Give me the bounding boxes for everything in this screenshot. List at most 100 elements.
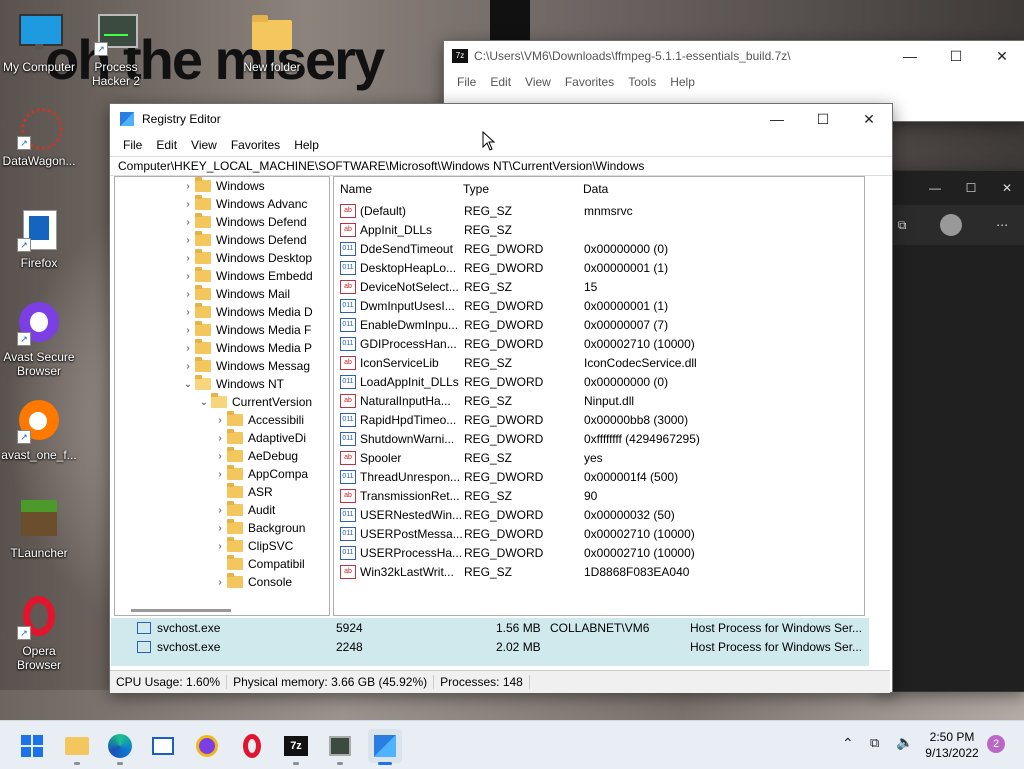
desktop-icon-datawagon[interactable]: ↗ DataWagon... [1, 106, 77, 168]
chevron-up-icon[interactable]: ⌃ [842, 735, 854, 752]
chevron-right-icon[interactable]: › [213, 469, 227, 480]
value-row[interactable]: 011 DdeSendTimeout REG_DWORD 0x00000000 (0) [334, 239, 864, 258]
chevron-right-icon[interactable]: › [181, 361, 195, 372]
value-row[interactable]: 011 USERNestedWin... REG_DWORD 0x00000032 (… [334, 505, 864, 524]
tree-item[interactable]: Compatibil [115, 555, 329, 573]
tree-item[interactable]: › Backgroun [115, 519, 329, 537]
column-data[interactable]: Data [583, 182, 608, 196]
tree-item[interactable]: › ClipSVC [115, 537, 329, 555]
chevron-right-icon[interactable]: › [181, 307, 195, 318]
chevron-right-icon[interactable]: › [213, 451, 227, 462]
desktop-icon-avast-browser[interactable]: ↗ Avast Secure Browser [1, 302, 77, 378]
value-row[interactable]: 011 USERPostMessa... REG_DWORD 0x00002710 (… [334, 524, 864, 543]
tree-item[interactable]: ⌄ Windows NT [115, 375, 329, 393]
menu-help[interactable]: Help [287, 138, 326, 152]
tree-item[interactable]: › Windows Messag [115, 357, 329, 375]
process-row[interactable]: svchost.exe 2248 2.02 MB Host Process for W… [111, 637, 869, 656]
chevron-down-icon[interactable]: ⌄ [197, 397, 211, 408]
menu-edit[interactable]: Edit [483, 75, 518, 89]
address-bar[interactable]: Computer\HKEY_LOCAL_MACHINE\SOFTWARE\Mic… [110, 156, 892, 176]
value-row[interactable]: ab NaturalInputHa... REG_SZ Ninput.dll [334, 391, 864, 410]
tree-item[interactable]: › AeDebug [115, 447, 329, 465]
tree-item[interactable]: › Windows Embedd [115, 267, 329, 285]
chevron-right-icon[interactable]: › [181, 253, 195, 264]
taskbar-app-window[interactable] [146, 729, 180, 763]
chevron-right-icon[interactable]: › [181, 289, 195, 300]
tree-hscrollbar[interactable] [131, 609, 231, 612]
tree-item[interactable]: › Windows Advanc [115, 195, 329, 213]
chevron-right-icon[interactable]: › [213, 505, 227, 516]
tree-item[interactable]: › Windows Media F [115, 321, 329, 339]
chevron-right-icon[interactable]: › [213, 541, 227, 552]
chevron-right-icon[interactable]: › [213, 433, 227, 444]
desktop-icon-new-folder[interactable]: New folder [234, 12, 310, 74]
taskbar-registry-editor[interactable] [368, 729, 402, 765]
tree-item[interactable]: › Accessibili [115, 411, 329, 429]
chevron-right-icon[interactable]: › [213, 415, 227, 426]
value-row[interactable]: 011 GDIProcessHan... REG_DWORD 0x00002710 (… [334, 334, 864, 353]
taskbar-process-hacker[interactable] [323, 729, 357, 765]
desktop-icon-opera[interactable]: ↗ Opera Browser [1, 596, 77, 672]
notification-badge[interactable]: 2 [987, 735, 1005, 753]
desktop-icon-process-hacker[interactable]: ↗ Process Hacker 2 [78, 12, 154, 88]
tree-item[interactable]: › Windows Defend [115, 213, 329, 231]
chevron-right-icon[interactable]: › [181, 343, 195, 354]
tree-item[interactable]: › AppCompa [115, 465, 329, 483]
tree-item[interactable]: › Windows Defend [115, 231, 329, 249]
tree-item[interactable]: › Windows Media P [115, 339, 329, 357]
registry-tree[interactable]: › Windows › Windows Advanc › Windows Defend › W… [114, 176, 330, 616]
taskbar-opera[interactable] [235, 729, 269, 763]
start-button[interactable] [15, 729, 49, 763]
minimize-icon[interactable]: — [754, 104, 800, 134]
tree-item[interactable]: › Windows Media D [115, 303, 329, 321]
menu-file[interactable]: File [450, 75, 483, 89]
tree-item[interactable]: › Windows Mail [115, 285, 329, 303]
process-row[interactable]: svchost.exe 5924 1.56 MB COLLABNET\VM6 Host … [111, 618, 869, 637]
taskbar-7zip[interactable]: 7z [279, 729, 313, 765]
value-row[interactable]: 011 ShutdownWarni... REG_DWORD 0xffffffff (… [334, 429, 864, 448]
tree-item[interactable]: › Windows [115, 177, 329, 195]
tree-item[interactable]: › Windows Desktop [115, 249, 329, 267]
value-row[interactable]: ab TransmissionRet... REG_SZ 90 [334, 486, 864, 505]
chevron-right-icon[interactable]: › [181, 181, 195, 192]
maximize-icon[interactable]: ☐ [933, 41, 979, 71]
tree-item[interactable]: ⌄ CurrentVersion [115, 393, 329, 411]
close-icon[interactable]: ✕ [979, 41, 1024, 71]
clock[interactable]: 2:50 PM 9/13/2022 [922, 729, 982, 761]
chevron-right-icon[interactable]: › [181, 235, 195, 246]
menu-help[interactable]: Help [663, 75, 702, 89]
chevron-right-icon[interactable]: › [213, 577, 227, 588]
value-row[interactable]: ab DeviceNotSelect... REG_SZ 15 [334, 277, 864, 296]
maximize-icon[interactable]: ☐ [800, 104, 846, 134]
value-row[interactable]: ab AppInit_DLLs REG_SZ [334, 220, 864, 239]
menu-edit[interactable]: Edit [149, 138, 184, 152]
chevron-down-icon[interactable]: ⌄ [181, 379, 195, 390]
menu-file[interactable]: File [116, 138, 149, 152]
chevron-right-icon[interactable]: › [181, 271, 195, 282]
taskbar-avast-browser[interactable] [190, 729, 224, 763]
value-row[interactable]: 011 LoadAppInit_DLLs REG_DWORD 0x00000000 (… [334, 372, 864, 391]
desktop-icon-avast-one[interactable]: ↗ avast_one_f... [1, 400, 77, 462]
taskbar-file-explorer[interactable] [60, 729, 94, 765]
chevron-right-icon[interactable]: › [181, 217, 195, 228]
menu-tools[interactable]: Tools [621, 75, 663, 89]
value-row[interactable]: ab IconServiceLib REG_SZ IconCodecService.d… [334, 353, 864, 372]
maximize-icon[interactable]: ☐ [953, 181, 989, 195]
close-icon[interactable]: ✕ [846, 104, 892, 134]
desktop-icon-my-computer[interactable]: My Computer [1, 12, 77, 74]
value-row[interactable]: 011 USERProcessHa... REG_DWORD 0x00002710 (… [334, 543, 864, 562]
chevron-right-icon[interactable]: › [181, 199, 195, 210]
menu-view[interactable]: View [518, 75, 558, 89]
desktop-icon-tlauncher[interactable]: TLauncher [1, 498, 77, 560]
registry-value-list[interactable]: Name Type Data ab (Default) REG_SZ mnmsrvc a… [333, 176, 865, 616]
more-options-icon[interactable]: ⋯ [996, 218, 1008, 232]
volume-icon[interactable]: 🔈 [896, 734, 913, 751]
value-row[interactable]: 011 ThreadUnrespon... REG_DWORD 0x000001f4 … [334, 467, 864, 486]
close-icon[interactable]: ✕ [989, 181, 1024, 195]
value-row[interactable]: 011 DwmInputUsesI... REG_DWORD 0x00000001 (… [334, 296, 864, 315]
column-type[interactable]: Type [463, 182, 583, 196]
value-row[interactable]: 011 EnableDwmInpu... REG_DWORD 0x00000007 (… [334, 315, 864, 334]
collections-icon[interactable]: ⧉ [898, 218, 907, 233]
taskbar-edge[interactable] [103, 729, 137, 765]
tree-item[interactable]: › AdaptiveDi [115, 429, 329, 447]
